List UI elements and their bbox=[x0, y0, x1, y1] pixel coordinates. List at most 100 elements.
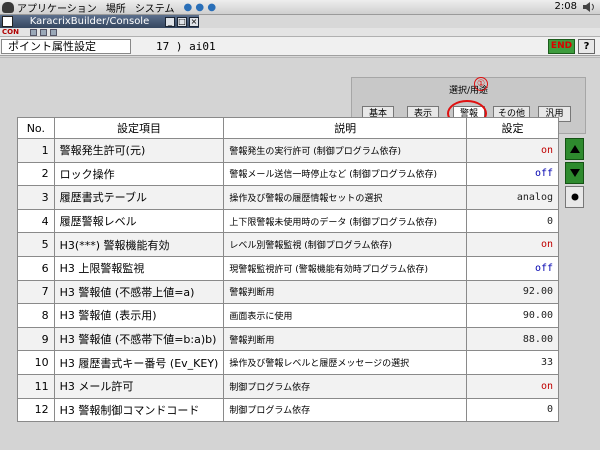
end-button[interactable]: END bbox=[548, 39, 575, 54]
setting-description: 警報判断用 bbox=[223, 326, 468, 352]
table-row[interactable]: 4 履歴警報レベル 上下限警報未使用時のデータ (制御プログラム依存) 0 bbox=[17, 208, 559, 234]
table-row[interactable]: 11 H3 メール許可 制御プログラム依存 on bbox=[17, 373, 559, 399]
settings-table: No. 設定項目 説明 設定 1 警報発生許可(元) 警報発生の実行許可 (制御プロ… bbox=[17, 117, 559, 423]
setting-description: 操作及び警報の履歴情報セットの選択 bbox=[223, 185, 468, 210]
clock[interactable]: 2:08 bbox=[555, 1, 577, 12]
console-tag: CON bbox=[2, 28, 19, 36]
table-body: 1 警報発生許可(元) 警報発生の実行許可 (制御プログラム依存) on 2 ロック操作警… bbox=[17, 138, 559, 423]
table-row[interactable]: 6 H3 上限警報監視 現警報監視許可 (警報機能有効時プログラム依存) off bbox=[17, 255, 559, 281]
close-button[interactable]: × bbox=[189, 16, 199, 27]
menu-places[interactable]: 場所 bbox=[106, 0, 126, 15]
setting-value[interactable]: on bbox=[466, 138, 559, 163]
setting-value[interactable]: 33 bbox=[466, 350, 559, 375]
row-number: 6 bbox=[17, 255, 55, 281]
setting-value[interactable]: off bbox=[466, 161, 559, 187]
setting-value[interactable]: off bbox=[466, 255, 559, 281]
setting-item: H3 警報値 (不感帯上値=a) bbox=[53, 279, 225, 305]
setting-item: 警報発生許可(元) bbox=[53, 138, 225, 163]
launcher-icons[interactable]: ● ● ● bbox=[184, 2, 217, 13]
console-title: KaracrixBuilder/Console bbox=[29, 16, 150, 27]
column-header-item: 設定項目 bbox=[53, 117, 225, 139]
row-number: 2 bbox=[17, 161, 55, 187]
console-title-bar[interactable]: KaracrixBuilder/Console _ □ × bbox=[0, 15, 199, 28]
down-arrow-icon bbox=[569, 169, 580, 177]
setting-item: 履歴警報レベル bbox=[53, 208, 225, 234]
table-row[interactable]: 12 H3 警報制御コマンドコード 制御プログラム依存 0 bbox=[17, 397, 559, 423]
menu-system[interactable]: システム bbox=[135, 0, 175, 15]
table-row[interactable]: 5 H3(***) 警報機能有効 レベル別警報監視 (制御プログラム依存) on bbox=[17, 232, 559, 257]
minimize-button[interactable]: _ bbox=[165, 16, 175, 27]
setting-value[interactable]: 92.00 bbox=[466, 279, 559, 305]
row-number: 5 bbox=[17, 232, 55, 257]
setting-value[interactable]: on bbox=[466, 232, 559, 257]
setting-description: 警報発生の実行許可 (制御プログラム依存) bbox=[223, 138, 468, 163]
setting-value[interactable]: analog bbox=[466, 185, 559, 210]
setting-description: 警報判断用 bbox=[223, 279, 468, 305]
setting-item: H3(***) 警報機能有効 bbox=[53, 232, 225, 257]
annotation-marker: ① bbox=[474, 77, 488, 91]
setting-description: 制御プログラム依存 bbox=[223, 373, 468, 399]
setting-description: 画面表示に使用 bbox=[223, 303, 468, 328]
point-id: 17 ) ai01 bbox=[156, 40, 216, 53]
scroll-down-button[interactable] bbox=[565, 162, 584, 184]
row-number: 12 bbox=[17, 397, 55, 423]
setting-description: 現警報監視許可 (警報機能有効時プログラム依存) bbox=[223, 255, 468, 281]
setting-description: 操作及び警報レベルと履歴メッセージの選択 bbox=[223, 350, 468, 375]
table-row[interactable]: 7 H3 警報値 (不感帯上値=a) 警報判断用 92.00 bbox=[17, 279, 559, 305]
page-title: ポイント属性設定 bbox=[1, 39, 131, 54]
row-number: 9 bbox=[17, 326, 55, 352]
table-row[interactable]: 1 警報発生許可(元) 警報発生の実行許可 (制御プログラム依存) on bbox=[17, 138, 559, 163]
row-number: 1 bbox=[17, 138, 55, 163]
row-number: 10 bbox=[17, 350, 55, 375]
setting-value[interactable]: 90.00 bbox=[466, 303, 559, 328]
volume-icon[interactable] bbox=[583, 2, 595, 12]
console-toolbar: CON bbox=[0, 28, 600, 37]
column-header-no: No. bbox=[17, 117, 55, 139]
row-number: 4 bbox=[17, 208, 55, 234]
setting-item: H3 メール許可 bbox=[53, 373, 225, 399]
top-panel: アプリケーション 場所 システム ● ● ● 2:08 bbox=[0, 0, 600, 15]
setting-value[interactable]: 0 bbox=[466, 208, 559, 234]
dot-icon bbox=[571, 193, 578, 201]
column-header-desc: 説明 bbox=[223, 117, 468, 139]
toolbar-icon-1[interactable] bbox=[30, 29, 37, 36]
table-row[interactable]: 2 ロック操作 警報メール送信一時停止など (制御プログラム依存) off bbox=[17, 161, 559, 187]
up-arrow-icon bbox=[569, 145, 580, 153]
help-button[interactable]: ? bbox=[578, 39, 595, 54]
setting-value[interactable]: 0 bbox=[466, 397, 559, 423]
setting-item: H3 警報値 (不感帯下値=b:a)b) bbox=[53, 326, 225, 352]
row-number: 8 bbox=[17, 303, 55, 328]
setting-description: レベル別警報監視 (制御プログラム依存) bbox=[223, 232, 468, 257]
setting-item: 履歴書式テーブル bbox=[53, 185, 225, 210]
setting-item: H3 警報制御コマンドコード bbox=[53, 397, 225, 423]
table-row[interactable]: 9 H3 警報値 (不感帯下値=b:a)b) 警報判断用 88.00 bbox=[17, 326, 559, 352]
toolbar-icon-2[interactable] bbox=[40, 29, 47, 36]
toolbar-icon-3[interactable] bbox=[50, 29, 57, 36]
row-number: 3 bbox=[17, 185, 55, 210]
table-row[interactable]: 8 H3 警報値 (表示用) 画面表示に使用 90.00 bbox=[17, 303, 559, 328]
menu-applications[interactable]: アプリケーション bbox=[17, 0, 97, 15]
setting-description: 上下限警報未使用時のデータ (制御プログラム依存) bbox=[223, 208, 468, 234]
setting-description: 警報メール送信一時停止など (制御プログラム依存) bbox=[223, 161, 468, 187]
setting-description: 制御プログラム依存 bbox=[223, 397, 468, 423]
setting-item: H3 上限警報監視 bbox=[53, 255, 225, 281]
setting-item: H3 履歴書式キー番号 (Ev_KEY) bbox=[53, 350, 225, 375]
table-row[interactable]: 3 履歴書式テーブル 操作及び警報の履歴情報セットの選択 analog bbox=[17, 185, 559, 210]
filter-label: 選択/用途 bbox=[448, 86, 489, 96]
setting-value[interactable]: on bbox=[466, 373, 559, 399]
gnome-foot-icon[interactable] bbox=[2, 1, 14, 13]
table-row[interactable]: 10 H3 履歴書式キー番号 (Ev_KEY) 操作及び警報レベルと履歴メッセージの… bbox=[17, 350, 559, 375]
scroll-thumb-button[interactable] bbox=[565, 186, 584, 208]
row-number: 7 bbox=[17, 279, 55, 305]
maximize-button[interactable]: □ bbox=[177, 16, 187, 27]
main-panel: 選択/用途 ① 基本 表示 警報 その他 汎用 No. 設定項目 説明 設定 1… bbox=[0, 57, 600, 450]
divider bbox=[0, 57, 600, 58]
app-icon bbox=[2, 16, 13, 27]
table-header-row: No. 設定項目 説明 設定 bbox=[17, 117, 559, 139]
setting-item: ロック操作 bbox=[53, 161, 225, 187]
setting-value[interactable]: 88.00 bbox=[466, 326, 559, 352]
column-header-value: 設定 bbox=[466, 117, 559, 139]
scroll-up-button[interactable] bbox=[565, 138, 584, 160]
row-number: 11 bbox=[17, 373, 55, 399]
setting-item: H3 警報値 (表示用) bbox=[53, 303, 225, 328]
